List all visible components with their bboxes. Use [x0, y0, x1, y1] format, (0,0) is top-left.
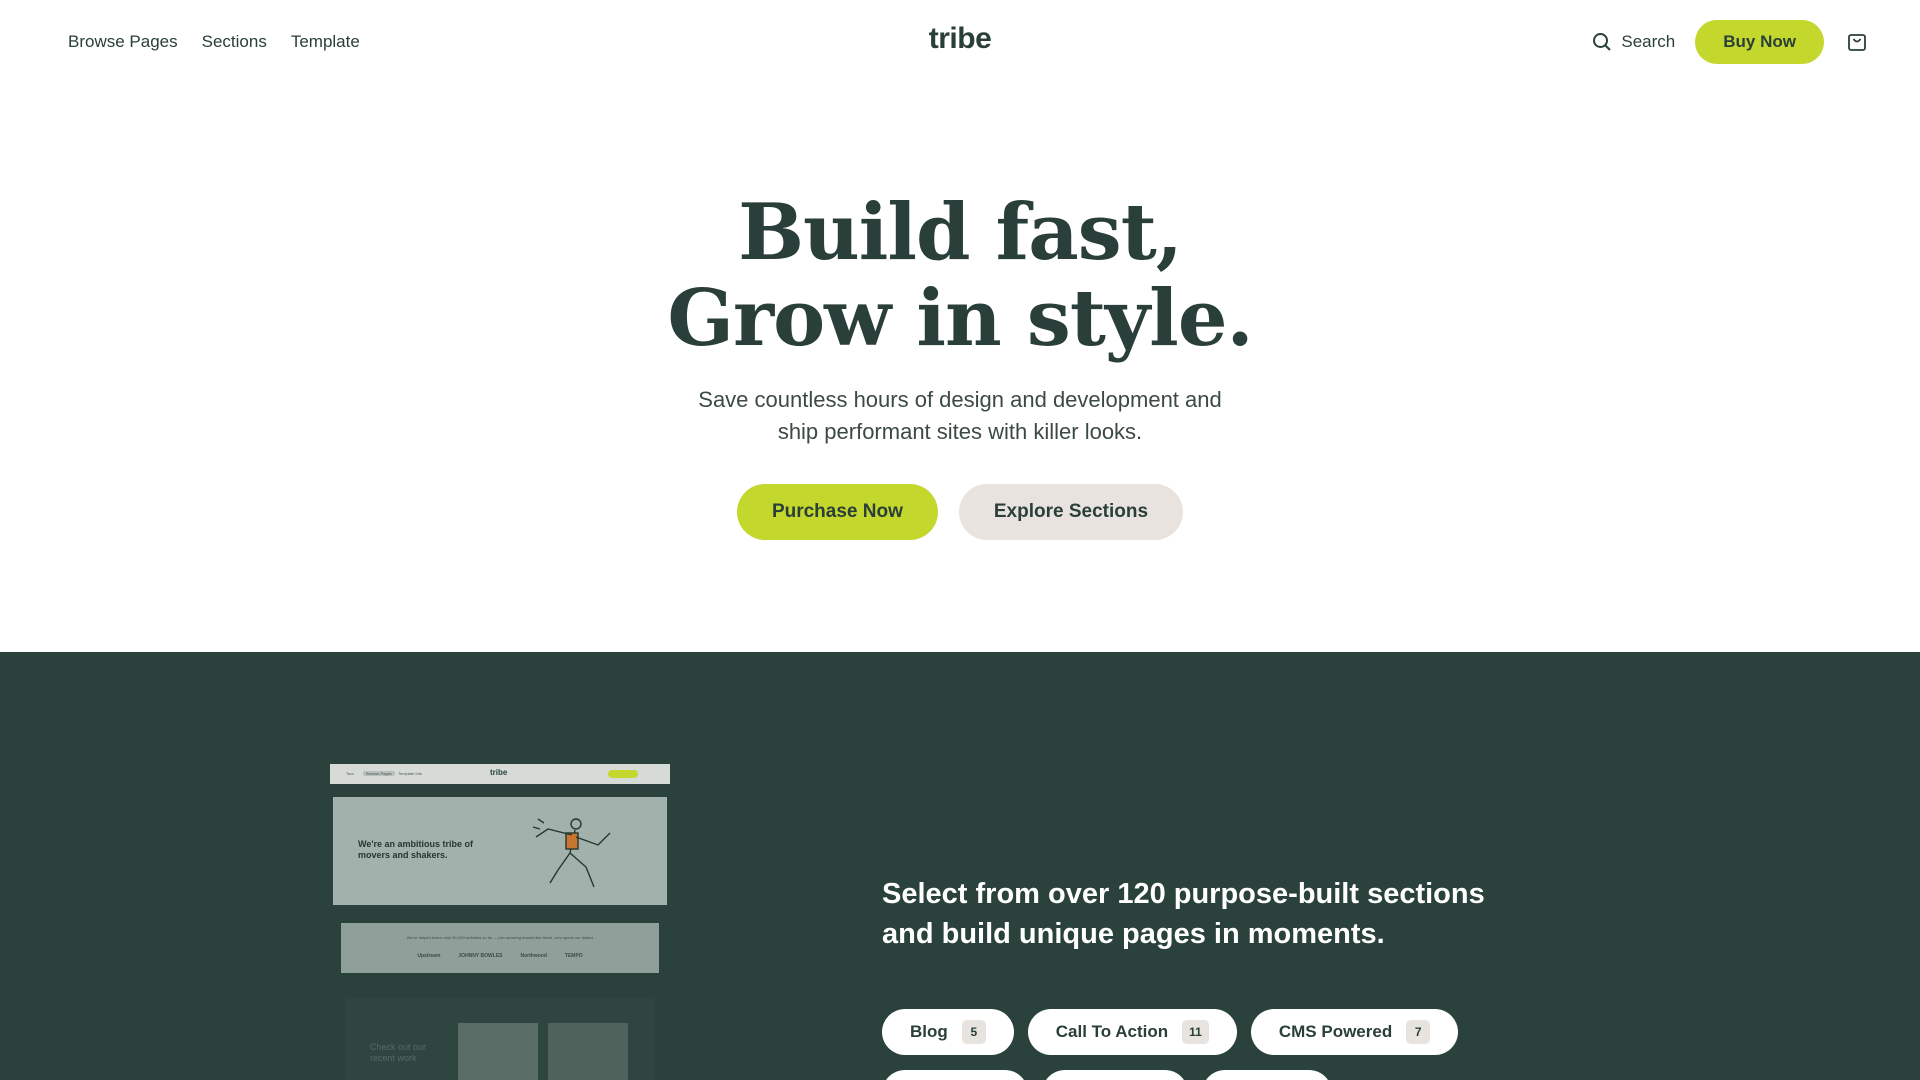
tag-label: Call To Action	[1055, 1022, 1169, 1041]
purchase-now-button[interactable]: Purchase Now	[736, 484, 938, 540]
preview-work-line2: recent work	[370, 1053, 417, 1063]
tag-cms-powered[interactable]: CMS Powered 7	[1250, 1009, 1459, 1055]
preview-strip-text: We've helped teams ship 30,000 websites …	[406, 935, 594, 940]
tag-label: Blog	[910, 1022, 948, 1041]
preview-nav-link: Tour	[346, 771, 354, 776]
preview-nav: Tour Browse Pages Template Info tribe	[330, 764, 670, 784]
preview-work-text: Check out our recent work	[370, 1042, 426, 1064]
hero-title-line2: Grow in style.	[667, 273, 1253, 364]
hero-subtitle: Save countless hours of design and devel…	[0, 384, 1920, 448]
tag-call-to-action[interactable]: Call To Action 11	[1027, 1009, 1237, 1055]
preview-hero-line1: We're an ambitious tribe of	[358, 839, 473, 849]
preview-logo-row: Upstream JOHNNY BOWLES Northwood TEMPO	[341, 953, 659, 959]
hero-subtitle-line2: ship performant sites with killer looks.	[777, 419, 1143, 444]
preview-nav-link: Browse Pages	[363, 771, 395, 776]
preview-client-logo: Northwood	[520, 953, 547, 959]
tag-label: CMS Powered	[1278, 1022, 1393, 1041]
sections-headline: Select from over 120 purpose-built secti…	[882, 874, 1502, 954]
tag-partial[interactable]	[1202, 1070, 1332, 1080]
sections-headline-line1: Select from over 120 purpose-built secti…	[882, 878, 1485, 910]
preview-hero: We're an ambitious tribe of movers and s…	[333, 797, 667, 905]
section-category-tags: Blog 5 Call To Action 11 CMS Powered 7	[882, 1009, 1582, 1055]
preview-logo-strip: We've helped teams ship 30,000 websites …	[341, 923, 659, 973]
tag-count: 7	[1406, 1020, 1431, 1044]
preview-client-logo: Upstream	[417, 953, 441, 959]
tag-partial[interactable]	[882, 1070, 1028, 1080]
tag-count: 5	[961, 1020, 986, 1044]
section-category-tags-row2	[882, 1070, 1332, 1080]
hero-title-line1: Build fast,	[738, 187, 1183, 278]
preview-logo: tribe	[490, 768, 508, 777]
preview-hero-text: We're an ambitious tribe of movers and s…	[358, 839, 473, 861]
explore-sections-button[interactable]: Explore Sections	[958, 484, 1184, 540]
preview-work-section: Check out our recent work	[345, 997, 655, 1080]
sections-headline-line2: and build unique pages in moments.	[882, 918, 1385, 950]
preview-client-logo: JOHNNY BOWLES	[458, 953, 503, 959]
preview-work-card	[458, 1023, 538, 1080]
hero-title: Build fast, Grow in style.	[0, 190, 1920, 362]
hero-section: Build fast, Grow in style. Save countles…	[0, 0, 1920, 652]
tag-count: 11	[1182, 1020, 1209, 1044]
preview-buy-button	[608, 770, 638, 778]
preview-nav-link: Template Info	[398, 771, 423, 776]
preview-client-logo: TEMPO	[564, 953, 583, 959]
hero-buttons: Purchase Now Explore Sections	[0, 484, 1920, 540]
template-preview: Tour Browse Pages Template Info tribe We…	[330, 764, 670, 1080]
dancing-person-illustration	[532, 818, 611, 888]
preview-work-line1: Check out our	[370, 1042, 427, 1052]
hero-subtitle-line1: Save countless hours of design and devel…	[698, 387, 1222, 412]
tag-partial[interactable]	[1042, 1070, 1188, 1080]
sections-showcase: Tour Browse Pages Template Info tribe We…	[0, 652, 1920, 1080]
preview-work-card	[548, 1023, 628, 1080]
preview-hero-line2: movers and shakers.	[358, 850, 448, 860]
tag-blog[interactable]: Blog 5	[882, 1009, 1014, 1055]
